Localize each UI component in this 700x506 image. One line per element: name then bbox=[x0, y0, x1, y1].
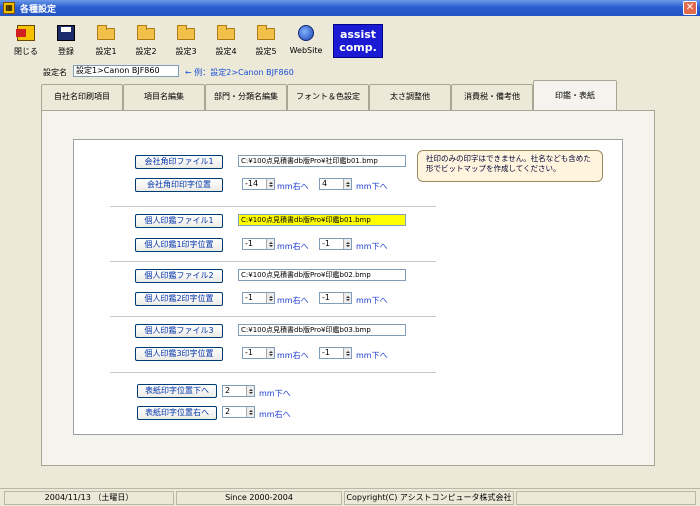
tab-company-print[interactable]: 自社名印刷項目 bbox=[41, 84, 123, 110]
company-seal-position-button[interactable]: 会社角印印字位置 bbox=[135, 178, 223, 192]
cover-position-down-button[interactable]: 表紙印字位置下へ bbox=[137, 384, 217, 398]
title-bar: ▦ 各種設定 ✕ bbox=[0, 0, 700, 16]
company-seal-file-path[interactable]: C:¥100点見積書db版Pro¥社印鑑b01.bmp bbox=[238, 155, 406, 167]
unit-label: mm下へ bbox=[356, 182, 388, 191]
exit-door-icon bbox=[16, 25, 35, 41]
unit-label: mm右へ bbox=[259, 410, 291, 419]
personal-seal3-y-stepper[interactable]: -1 bbox=[319, 347, 352, 359]
tab-font-color[interactable]: フォント＆色設定 bbox=[287, 84, 369, 110]
unit-label: mm右へ bbox=[277, 296, 309, 305]
setting-name-label: 設定名 bbox=[43, 68, 67, 77]
setting-name-input[interactable]: 設定1>Canon BJF860 bbox=[73, 65, 179, 77]
globe-icon bbox=[298, 25, 314, 41]
personal-seal3-x-stepper[interactable]: -1 bbox=[242, 347, 275, 359]
divider bbox=[110, 261, 436, 262]
personal-seal2-file-button[interactable]: 個人印鑑ファイル2 bbox=[135, 269, 223, 283]
setting3-button[interactable]: 設定3 bbox=[168, 22, 204, 60]
folder-icon bbox=[257, 25, 275, 40]
tab-item-names[interactable]: 項目名編集 bbox=[123, 84, 205, 110]
personal-seal2-file-path[interactable]: C:¥100点見積書db版Pro¥印鑑b02.bmp bbox=[238, 269, 406, 281]
personal-seal1-x-stepper[interactable]: -1 bbox=[242, 238, 275, 250]
setting4-button[interactable]: 設定4 bbox=[208, 22, 244, 60]
divider bbox=[110, 316, 436, 317]
divider bbox=[110, 372, 436, 373]
company-seal-y-stepper[interactable]: 4 bbox=[319, 178, 352, 190]
tab-tax-notes[interactable]: 消費税・備考他 bbox=[451, 84, 533, 110]
unit-label: mm右へ bbox=[277, 351, 309, 360]
personal-seal3-position-button[interactable]: 個人印鑑3印字位置 bbox=[135, 347, 223, 361]
status-empty bbox=[516, 491, 696, 505]
website-button[interactable]: WebSite bbox=[288, 22, 324, 60]
company-seal-x-stepper[interactable]: -14 bbox=[242, 178, 275, 190]
status-copyright: Copyright(C) アシストコンピュータ株式会社 bbox=[344, 491, 514, 505]
cover-right-stepper[interactable]: 2 bbox=[222, 406, 255, 418]
status-bar: 2004/11/13 （土曜日） Since 2000-2004 Copyrig… bbox=[0, 488, 700, 506]
folder-icon bbox=[217, 25, 235, 40]
unit-label: mm右へ bbox=[277, 242, 309, 251]
setting-name-hint: ← 例：設定2>Canon BJF860 bbox=[185, 68, 294, 77]
unit-label: mm下へ bbox=[356, 242, 388, 251]
cover-position-right-button[interactable]: 表紙印字位置右へ bbox=[137, 406, 217, 420]
folder-icon bbox=[137, 25, 155, 40]
divider bbox=[110, 206, 436, 207]
spin-arrows-icon[interactable] bbox=[343, 239, 351, 249]
spin-arrows-icon[interactable] bbox=[246, 386, 254, 396]
spin-arrows-icon[interactable] bbox=[246, 407, 254, 417]
setting2-button[interactable]: 設定2 bbox=[128, 22, 164, 60]
assist-comp-logo-button[interactable]: assist comp. bbox=[333, 24, 383, 58]
cover-down-stepper[interactable]: 2 bbox=[222, 385, 255, 397]
unit-label: mm下へ bbox=[356, 351, 388, 360]
personal-seal3-file-button[interactable]: 個人印鑑ファイル3 bbox=[135, 324, 223, 338]
unit-label: mm右へ bbox=[277, 182, 309, 191]
spin-arrows-icon[interactable] bbox=[266, 239, 274, 249]
personal-seal1-file-button[interactable]: 個人印鑑ファイル1 bbox=[135, 214, 223, 228]
app-icon: ▦ bbox=[3, 2, 15, 14]
setting-name-row: 設定名 設定1>Canon BJF860 ← 例：設定2>Canon BJF86… bbox=[43, 65, 294, 78]
status-since: Since 2000-2004 bbox=[176, 491, 342, 505]
personal-seal3-file-path[interactable]: C:¥100点見積書db版Pro¥印鑑b03.bmp bbox=[238, 324, 406, 336]
tab-department-names[interactable]: 部門・分類名編集 bbox=[205, 84, 287, 110]
spin-arrows-icon[interactable] bbox=[266, 293, 274, 303]
personal-seal2-x-stepper[interactable]: -1 bbox=[242, 292, 275, 304]
close-button[interactable]: 閉じる bbox=[8, 22, 44, 60]
spin-arrows-icon[interactable] bbox=[266, 348, 274, 358]
window-title: 各種設定 bbox=[20, 5, 57, 15]
tab-seal-cover[interactable]: 印鑑・表紙 bbox=[533, 80, 617, 110]
spin-arrows-icon[interactable] bbox=[266, 179, 274, 189]
setting5-button[interactable]: 設定5 bbox=[248, 22, 284, 60]
save-button[interactable]: 登録 bbox=[48, 22, 84, 60]
unit-label: mm下へ bbox=[259, 389, 291, 398]
personal-seal2-position-button[interactable]: 個人印鑑2印字位置 bbox=[135, 292, 223, 306]
spin-arrows-icon[interactable] bbox=[343, 348, 351, 358]
tab-thickness[interactable]: 太さ調整他 bbox=[369, 84, 451, 110]
setting1-button[interactable]: 設定1 bbox=[88, 22, 124, 60]
unit-label: mm下へ bbox=[356, 296, 388, 305]
floppy-disk-icon bbox=[57, 25, 75, 41]
folder-icon bbox=[97, 25, 115, 40]
spin-arrows-icon[interactable] bbox=[343, 179, 351, 189]
folder-icon bbox=[177, 25, 195, 40]
personal-seal1-file-path[interactable]: C:¥100点見積書db版Pro¥印鑑b01.bmp bbox=[238, 214, 406, 226]
personal-seal2-y-stepper[interactable]: -1 bbox=[319, 292, 352, 304]
status-date: 2004/11/13 （土曜日） bbox=[4, 491, 174, 505]
company-seal-file-button[interactable]: 会社角印ファイル1 bbox=[135, 155, 223, 169]
close-window-button[interactable]: ✕ bbox=[683, 1, 697, 15]
personal-seal1-position-button[interactable]: 個人印鑑1印字位置 bbox=[135, 238, 223, 252]
spin-arrows-icon[interactable] bbox=[343, 293, 351, 303]
personal-seal1-y-stepper[interactable]: -1 bbox=[319, 238, 352, 250]
company-seal-note: 社印のみの印字はできません。社名なども含めた形でビットマップを作成してください。 bbox=[417, 150, 603, 182]
